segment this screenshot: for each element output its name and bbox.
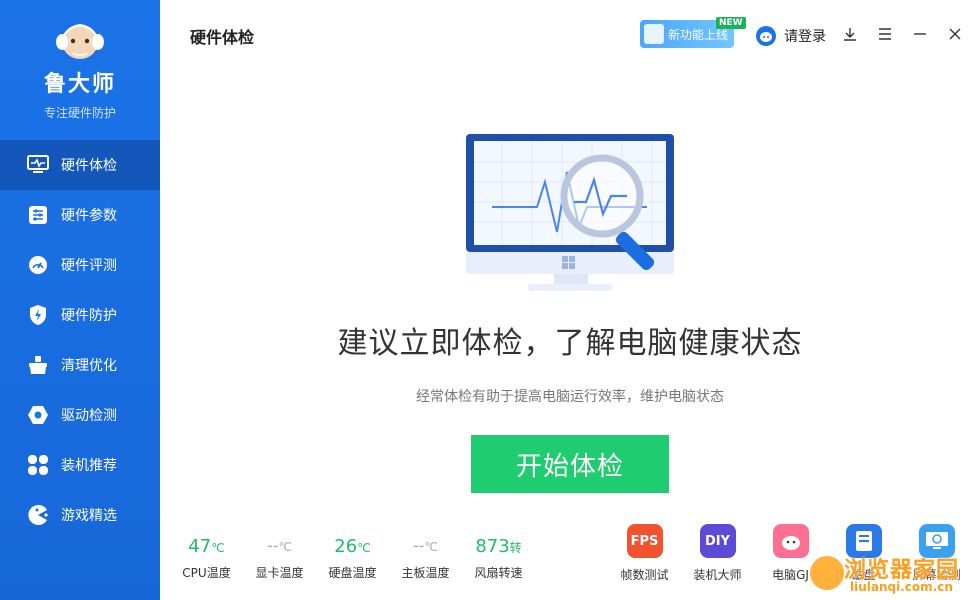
checkup-illustration bbox=[462, 132, 686, 300]
sidebar: 鲁大师 专注硬件防护 硬件体检 硬件参数 硬件评测 硬件防护 清理优化 驱动检测… bbox=[0, 0, 160, 600]
watermark-url: liulanqi.com.cn bbox=[850, 580, 953, 594]
monitor-pulse-icon bbox=[26, 153, 50, 177]
gear-icon bbox=[26, 403, 50, 427]
stat-value: -- bbox=[266, 536, 279, 555]
sensor-stats: 47℃ CPU温度 --℃ 显卡温度 26℃ 硬盘温度 --℃ 主板温度 873… bbox=[170, 536, 535, 581]
sidebar-item-clean-optimize[interactable]: 清理优化 bbox=[0, 340, 160, 390]
sidebar-item-label: 硬件防护 bbox=[61, 308, 117, 324]
stat-label: 硬盘温度 bbox=[328, 566, 377, 580]
tool-label: 帧数测试 bbox=[620, 568, 669, 582]
stat-fan-speed: 873转 风扇转速 bbox=[462, 536, 535, 581]
cube-icon bbox=[644, 24, 664, 44]
brand: 鲁大师 专注硬件防护 bbox=[0, 14, 160, 121]
sidebar-item-games[interactable]: 游戏精选 bbox=[0, 490, 160, 540]
sidebar-item-label: 硬件参数 bbox=[61, 208, 117, 224]
stat-unit: 转 bbox=[509, 541, 522, 555]
close-icon[interactable] bbox=[945, 24, 965, 44]
stat-unit: ℃ bbox=[278, 540, 293, 554]
sidebar-item-label: 硬件体检 bbox=[61, 158, 117, 174]
brand-name: 鲁大师 bbox=[43, 72, 116, 97]
stat-value: 26 bbox=[334, 536, 358, 557]
pet-icon bbox=[772, 524, 809, 558]
stat-unit: ℃ bbox=[424, 540, 439, 554]
sidebar-item-label: 装机推荐 bbox=[61, 458, 117, 474]
subline: 经常体检有助于提高电脑运行效率，维护电脑状态 bbox=[416, 389, 724, 405]
sidebar-item-hardware-protect[interactable]: 硬件防护 bbox=[0, 290, 160, 340]
page-title: 硬件体检 bbox=[190, 28, 255, 47]
login-label: 请登录 bbox=[784, 29, 826, 45]
headline: 建议立即体检，了解电脑健康状态 bbox=[337, 326, 803, 361]
sidebar-item-driver-check[interactable]: 驱动检测 bbox=[0, 390, 160, 440]
sidebar-item-build-recommend[interactable]: 装机推荐 bbox=[0, 440, 160, 490]
stat-value: 873 bbox=[475, 536, 510, 557]
shield-bolt-icon bbox=[26, 303, 50, 327]
sidebar-item-label: 硬件评测 bbox=[61, 258, 117, 274]
menu-icon[interactable] bbox=[875, 24, 895, 44]
tool-label: 装机大师 bbox=[693, 568, 742, 582]
pacman-icon bbox=[26, 503, 50, 527]
tool-fps-test[interactable]: FPS 帧数测试 bbox=[608, 524, 681, 583]
stat-value: -- bbox=[412, 536, 425, 555]
sliders-icon bbox=[26, 203, 50, 227]
login-button[interactable]: 请登录 bbox=[756, 26, 826, 46]
stat-gpu-temp: --℃ 显卡温度 bbox=[243, 536, 316, 581]
stat-board-temp: --℃ 主板温度 bbox=[389, 536, 462, 581]
stat-unit: ℃ bbox=[357, 541, 371, 555]
fps-icon: FPS bbox=[626, 524, 663, 558]
avatar-icon bbox=[756, 26, 776, 46]
broom-icon bbox=[26, 353, 50, 377]
sidebar-item-hardware-params[interactable]: 硬件参数 bbox=[0, 190, 160, 240]
stat-label: 主板温度 bbox=[401, 566, 450, 580]
stat-label: CPU温度 bbox=[182, 566, 231, 580]
stat-value: 47 bbox=[188, 536, 212, 557]
stat-cpu-temp: 47℃ CPU温度 bbox=[170, 536, 243, 581]
gauge-icon bbox=[26, 253, 50, 277]
sidebar-item-label: 清理优化 bbox=[61, 358, 117, 374]
stat-disk-temp: 26℃ 硬盘温度 bbox=[316, 536, 389, 581]
download-icon[interactable] bbox=[840, 24, 860, 44]
stat-unit: ℃ bbox=[211, 541, 225, 555]
clover-icon bbox=[26, 453, 50, 477]
tool-diy-master[interactable]: DIY 装机大师 bbox=[681, 524, 754, 583]
minimize-icon[interactable] bbox=[910, 24, 930, 44]
sidebar-item-label: 游戏精选 bbox=[61, 508, 117, 524]
diy-icon: DIY bbox=[699, 524, 736, 558]
sidebar-item-hardware-check[interactable]: 硬件体检 bbox=[0, 140, 160, 190]
mascot-logo bbox=[50, 14, 110, 64]
sidebar-item-label: 驱动检测 bbox=[61, 408, 117, 424]
stat-label: 风扇转速 bbox=[474, 566, 523, 580]
stat-label: 显卡温度 bbox=[255, 566, 304, 580]
sidebar-nav: 硬件体检 硬件参数 硬件评测 硬件防护 清理优化 驱动检测 装机推荐 游戏精选 bbox=[0, 140, 160, 540]
start-checkup-button[interactable]: 开始体检 bbox=[471, 435, 669, 493]
site-watermark: 浏览器家园 liulanqi.com.cn bbox=[810, 552, 980, 600]
watermark-logo-icon bbox=[810, 556, 844, 590]
sidebar-item-hardware-bench[interactable]: 硬件评测 bbox=[0, 240, 160, 290]
brand-slogan: 专注硬件防护 bbox=[43, 106, 116, 120]
new-badge: NEW bbox=[716, 17, 746, 29]
